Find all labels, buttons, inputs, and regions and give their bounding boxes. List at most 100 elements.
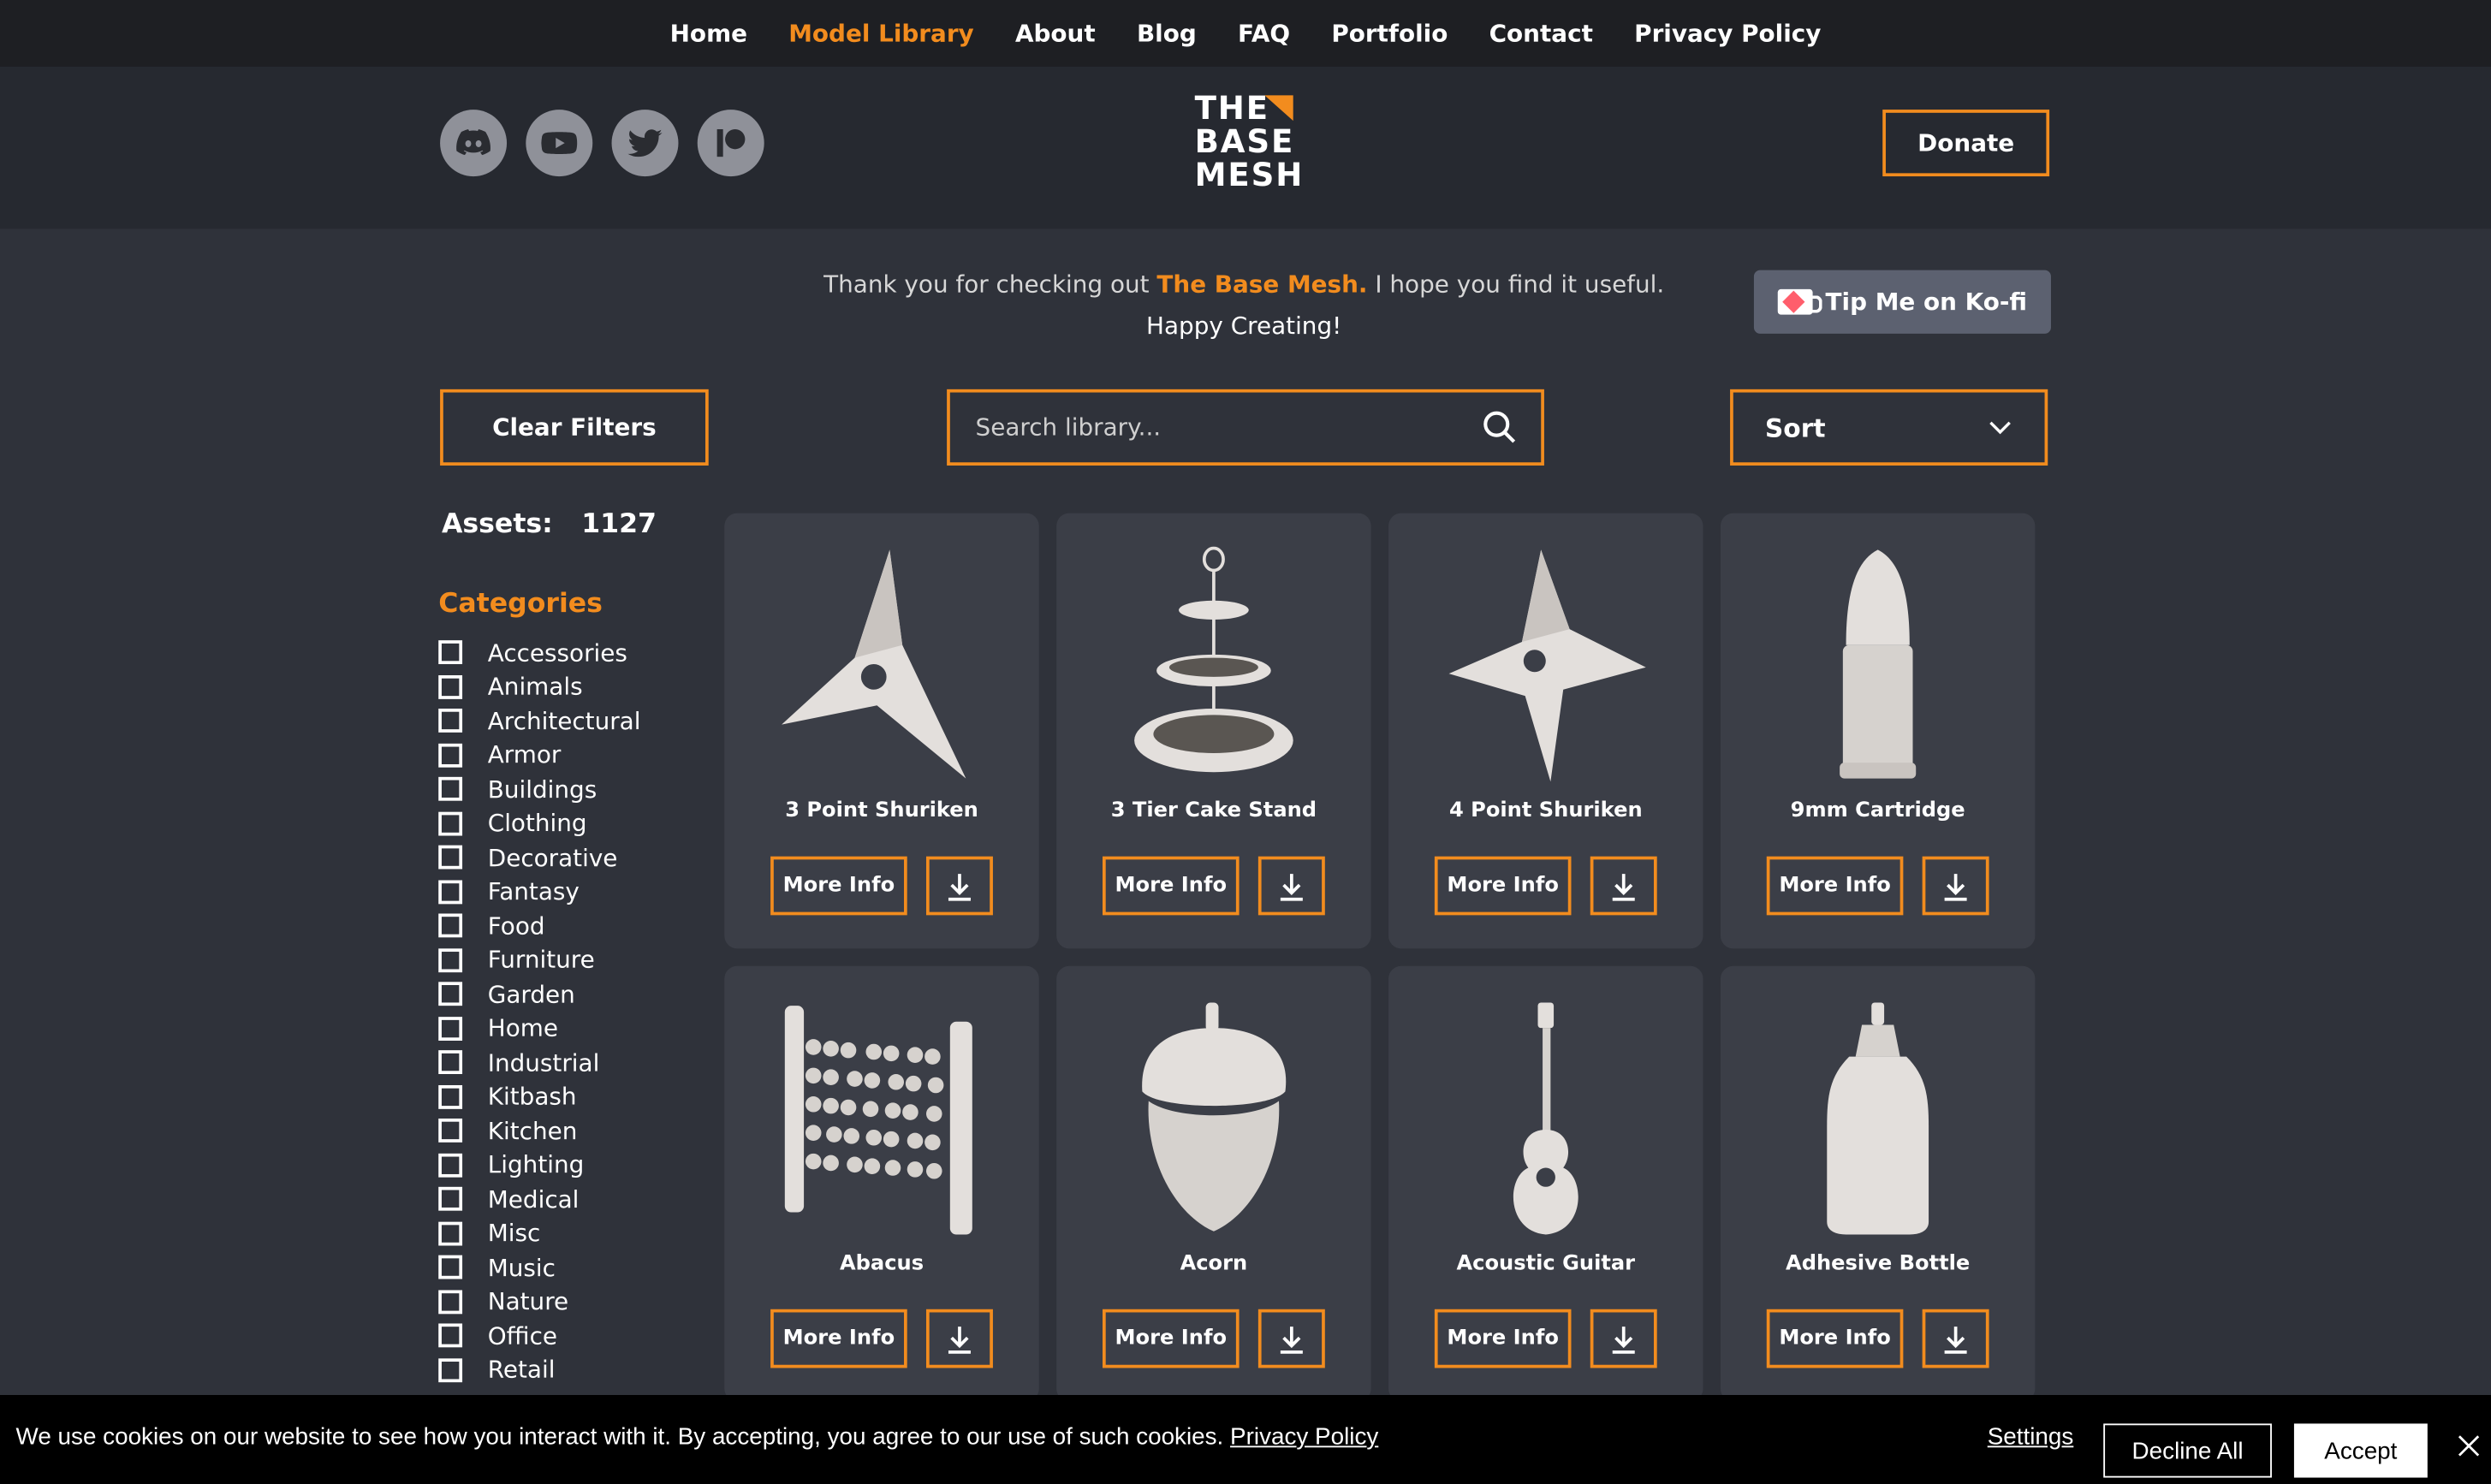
- model-card[interactable]: 4 Point Shuriken More Info: [1388, 513, 1703, 949]
- checkbox[interactable]: [438, 880, 463, 904]
- abacus-icon[interactable]: [724, 994, 1038, 1241]
- checkbox[interactable]: [438, 1323, 463, 1348]
- search-input[interactable]: [972, 411, 1481, 443]
- model-card[interactable]: 3 Tier Cake Stand More Info: [1056, 513, 1371, 949]
- download-button[interactable]: [1590, 1309, 1657, 1368]
- nav-portfolio[interactable]: Portfolio: [1331, 19, 1448, 47]
- checkbox[interactable]: [438, 846, 463, 870]
- checkbox[interactable]: [438, 743, 463, 768]
- category-item[interactable]: Buildings: [438, 772, 640, 806]
- model-card[interactable]: 3 Point Shuriken More Info: [724, 513, 1039, 949]
- category-item[interactable]: Architectural: [438, 703, 640, 738]
- checkbox[interactable]: [438, 777, 463, 802]
- checkbox[interactable]: [438, 811, 463, 836]
- more-info-button[interactable]: More Info: [1766, 1309, 1904, 1368]
- category-item[interactable]: Office: [438, 1319, 640, 1353]
- close-icon[interactable]: [2456, 1434, 2482, 1459]
- checkbox[interactable]: [438, 1187, 463, 1212]
- download-button[interactable]: [1257, 1309, 1325, 1368]
- download-button[interactable]: [1922, 856, 1989, 916]
- checkbox[interactable]: [438, 1255, 463, 1279]
- checkbox[interactable]: [438, 982, 463, 1006]
- guitar-icon[interactable]: [1388, 994, 1703, 1241]
- checkbox[interactable]: [438, 1016, 463, 1041]
- category-item[interactable]: Kitchen: [438, 1113, 640, 1148]
- more-info-button[interactable]: More Info: [1766, 856, 1904, 916]
- download-button[interactable]: [925, 1309, 993, 1368]
- model-card[interactable]: Adhesive Bottle More Info: [1720, 965, 2036, 1402]
- sort-dropdown[interactable]: Sort: [1730, 389, 2048, 466]
- site-logo[interactable]: THE BASE MESH: [1195, 92, 1305, 193]
- decline-all-button[interactable]: Decline All: [2103, 1423, 2272, 1478]
- nav-home[interactable]: Home: [670, 19, 747, 47]
- shuriken-3-icon[interactable]: [724, 542, 1038, 788]
- checkbox[interactable]: [438, 913, 463, 938]
- model-card[interactable]: Acoustic Guitar More Info: [1388, 965, 1703, 1402]
- category-item[interactable]: Furniture: [438, 943, 640, 977]
- twitter-icon[interactable]: [611, 110, 679, 177]
- download-button[interactable]: [1257, 856, 1325, 916]
- category-item[interactable]: Industrial: [438, 1046, 640, 1080]
- nav-faq[interactable]: FAQ: [1238, 19, 1290, 47]
- nav-blog[interactable]: Blog: [1137, 19, 1197, 47]
- category-item[interactable]: Home: [438, 1012, 640, 1046]
- more-info-button[interactable]: More Info: [770, 1309, 907, 1368]
- bottle-icon[interactable]: [1721, 994, 2035, 1241]
- download-button[interactable]: [925, 856, 993, 916]
- nav-contact[interactable]: Contact: [1489, 19, 1593, 47]
- checkbox[interactable]: [438, 1290, 463, 1314]
- checkbox[interactable]: [438, 1357, 463, 1382]
- checkbox[interactable]: [438, 1084, 463, 1109]
- checkbox[interactable]: [438, 709, 463, 733]
- more-info-button[interactable]: More Info: [1102, 856, 1240, 916]
- category-item[interactable]: Food: [438, 909, 640, 943]
- category-item[interactable]: Fantasy: [438, 875, 640, 909]
- category-item[interactable]: Music: [438, 1250, 640, 1285]
- more-info-button[interactable]: More Info: [770, 856, 907, 916]
- cake-stand-icon[interactable]: [1056, 542, 1370, 788]
- download-button[interactable]: [1922, 1309, 1989, 1368]
- download-button[interactable]: [1590, 856, 1657, 916]
- kofi-button[interactable]: Tip Me on Ko-fi: [1753, 270, 2051, 334]
- category-item[interactable]: Garden: [438, 977, 640, 1012]
- cartridge-icon[interactable]: [1721, 542, 2035, 788]
- checkbox[interactable]: [438, 1119, 463, 1143]
- search-icon[interactable]: [1481, 408, 1519, 447]
- model-card[interactable]: Abacus More Info: [724, 965, 1039, 1402]
- checkbox[interactable]: [438, 1153, 463, 1178]
- category-item[interactable]: Lighting: [438, 1148, 640, 1182]
- more-info-button[interactable]: More Info: [1102, 1309, 1240, 1368]
- checkbox[interactable]: [438, 1050, 463, 1075]
- checkbox[interactable]: [438, 640, 463, 665]
- category-item[interactable]: Kitbash: [438, 1079, 640, 1113]
- nav-model-library[interactable]: Model Library: [788, 19, 973, 47]
- donate-button[interactable]: Donate: [1882, 110, 2050, 177]
- nav-about[interactable]: About: [1015, 19, 1096, 47]
- checkbox[interactable]: [438, 1221, 463, 1246]
- discord-icon[interactable]: [440, 110, 508, 177]
- checkbox[interactable]: [438, 674, 463, 699]
- model-card[interactable]: Acorn More Info: [1056, 965, 1371, 1402]
- cookie-settings-link[interactable]: Settings: [1988, 1423, 2074, 1451]
- category-item[interactable]: Accessories: [438, 636, 640, 670]
- category-item[interactable]: Retail: [438, 1353, 640, 1387]
- cookie-privacy-link[interactable]: Privacy Policy: [1230, 1423, 1378, 1451]
- checkbox[interactable]: [438, 947, 463, 972]
- category-item[interactable]: Medical: [438, 1182, 640, 1216]
- category-item[interactable]: Misc: [438, 1216, 640, 1250]
- nav-privacy-policy[interactable]: Privacy Policy: [1634, 19, 1821, 47]
- clear-filters-button[interactable]: Clear Filters: [440, 389, 709, 466]
- category-item[interactable]: Clothing: [438, 806, 640, 840]
- shuriken-4-icon[interactable]: [1388, 542, 1703, 788]
- accept-button[interactable]: Accept: [2293, 1423, 2428, 1478]
- acorn-icon[interactable]: [1056, 994, 1370, 1241]
- category-item[interactable]: Animals: [438, 670, 640, 704]
- category-item[interactable]: Armor: [438, 738, 640, 772]
- category-item[interactable]: Nature: [438, 1285, 640, 1319]
- patreon-icon[interactable]: [697, 110, 764, 177]
- more-info-button[interactable]: More Info: [1434, 856, 1572, 916]
- model-card[interactable]: 9mm Cartridge More Info: [1720, 513, 2036, 949]
- youtube-icon[interactable]: [526, 110, 593, 177]
- more-info-button[interactable]: More Info: [1434, 1309, 1572, 1368]
- category-item[interactable]: Decorative: [438, 840, 640, 875]
